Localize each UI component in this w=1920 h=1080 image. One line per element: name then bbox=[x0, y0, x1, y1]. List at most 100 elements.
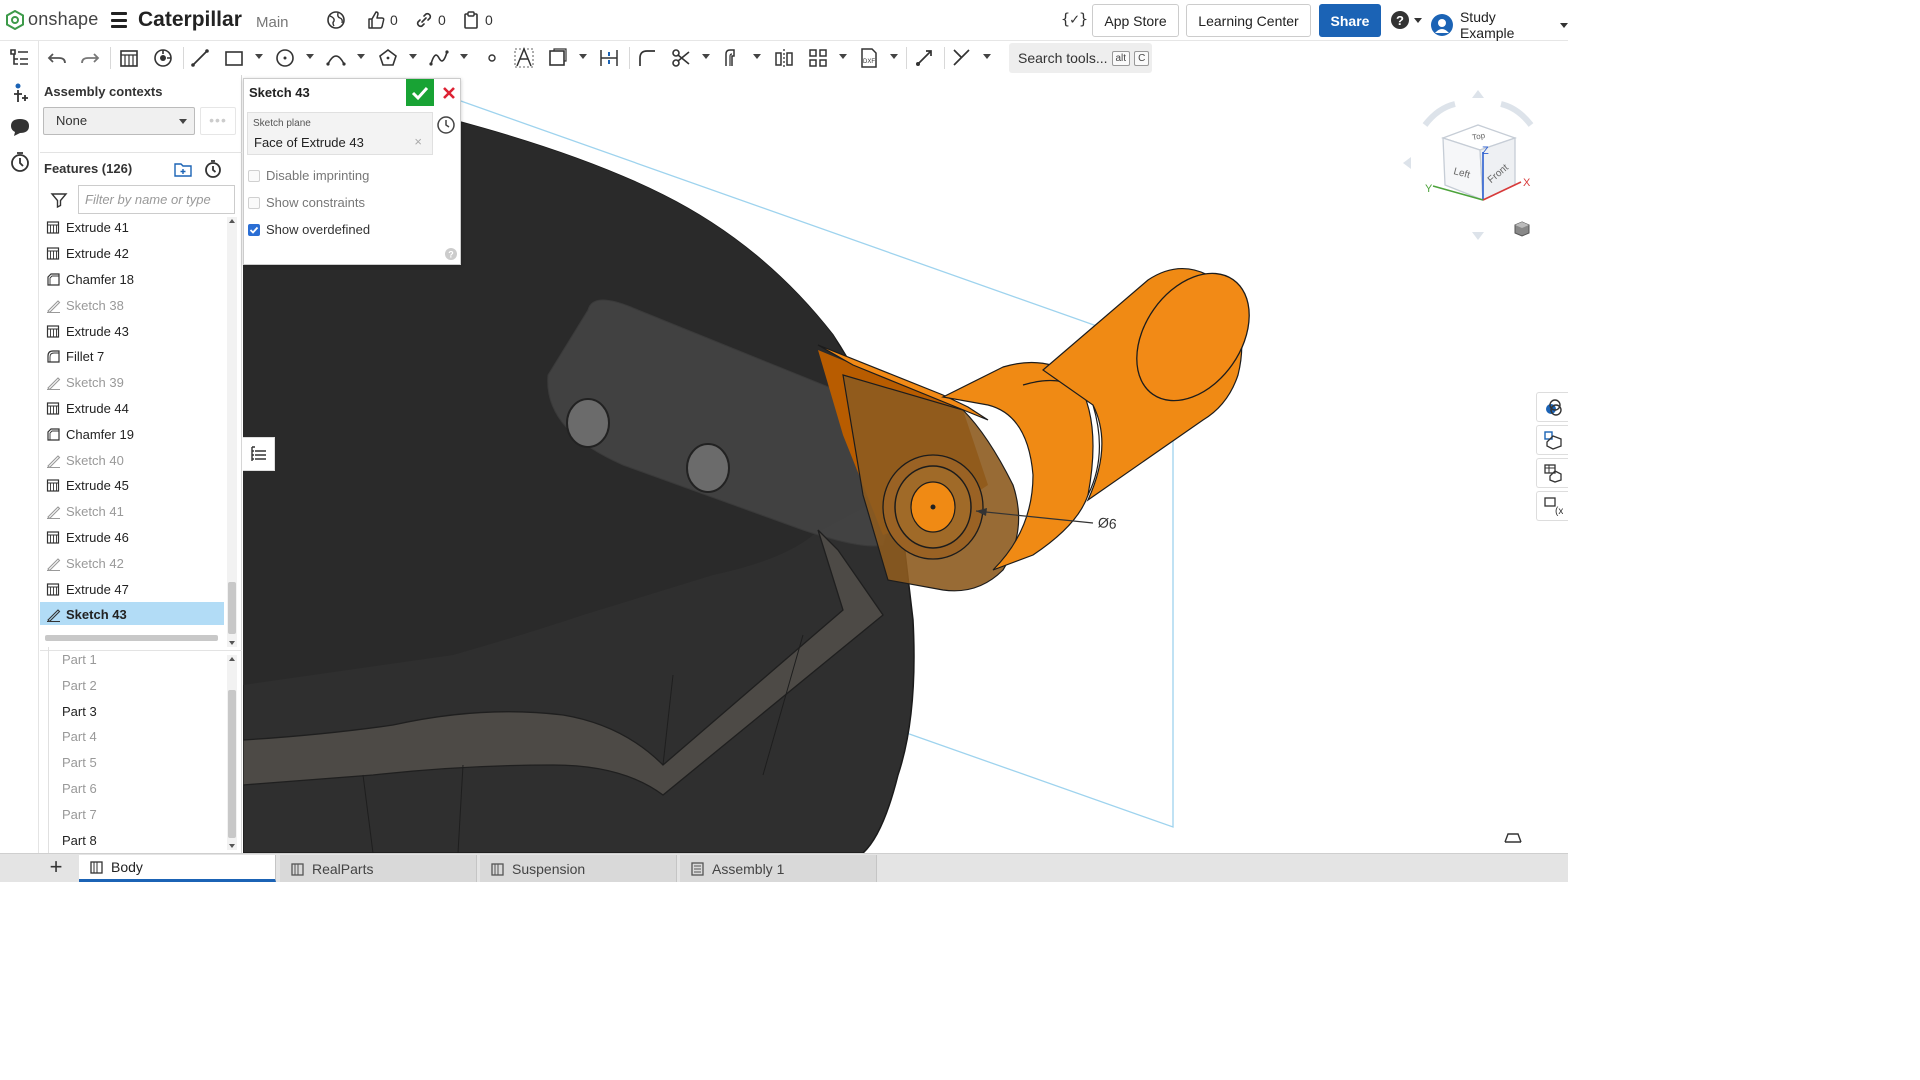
arc-tool[interactable] bbox=[324, 46, 348, 70]
rollback-timer-icon[interactable] bbox=[203, 159, 223, 179]
rectangle-tool[interactable] bbox=[222, 46, 246, 70]
disable-imprinting-option[interactable]: Disable imprinting bbox=[248, 168, 369, 183]
show-overdefined-option[interactable]: Show overdefined bbox=[248, 222, 370, 237]
feature-item[interactable]: Sketch 39 bbox=[40, 370, 224, 396]
polygon-dropdown-icon[interactable] bbox=[409, 54, 417, 59]
feature-item[interactable]: Extrude 44 bbox=[40, 396, 224, 422]
tab-assembly-1[interactable]: Assembly 1 bbox=[680, 855, 877, 882]
spline-tool[interactable] bbox=[427, 46, 451, 70]
onshape-logo[interactable]: onshape bbox=[6, 9, 98, 30]
scroll-up-icon[interactable] bbox=[229, 219, 235, 223]
feature-item[interactable]: Sketch 43 bbox=[40, 601, 224, 625]
sketch-plane-field[interactable]: Sketch plane Face of Extrude 43 × bbox=[247, 112, 433, 155]
feature-item[interactable]: Extrude 46 bbox=[40, 525, 224, 551]
fillet-tool[interactable] bbox=[635, 46, 659, 70]
share-button[interactable]: Share bbox=[1319, 4, 1381, 37]
disable-imprinting-checkbox[interactable] bbox=[248, 169, 260, 182]
comments-icon[interactable] bbox=[8, 115, 32, 139]
instances-icon[interactable] bbox=[8, 81, 32, 105]
globe-icon[interactable] bbox=[326, 10, 346, 30]
panel-toggle-button[interactable] bbox=[243, 437, 275, 471]
feature-item[interactable]: Extrude 41 bbox=[40, 215, 224, 241]
part-item[interactable]: Part 6 bbox=[49, 776, 224, 802]
part-item[interactable]: Part 4 bbox=[49, 724, 224, 750]
constraints-dropdown-icon[interactable] bbox=[983, 54, 991, 59]
cancel-button[interactable] bbox=[436, 79, 462, 106]
redo-button[interactable] bbox=[78, 46, 102, 70]
document-title[interactable]: Caterpillar bbox=[138, 8, 242, 32]
show-overdefined-checkbox[interactable] bbox=[248, 223, 260, 236]
undo-button[interactable] bbox=[45, 46, 69, 70]
point-tool[interactable] bbox=[480, 46, 504, 70]
feature-item[interactable]: Fillet 7 bbox=[40, 344, 224, 370]
feature-item[interactable]: Extrude 45 bbox=[40, 473, 224, 499]
sketch-options-tool[interactable] bbox=[912, 46, 936, 70]
search-tools-input[interactable]: Search tools... alt C bbox=[1009, 43, 1152, 73]
user-menu[interactable]: Study Example bbox=[1430, 9, 1568, 41]
feature-item[interactable]: Extrude 47 bbox=[40, 576, 224, 602]
more-options-icon[interactable]: ••• bbox=[200, 107, 236, 135]
variables-panel-button[interactable]: (x) bbox=[1536, 491, 1568, 521]
circle-dropdown-icon[interactable] bbox=[306, 54, 314, 59]
add-tab-icon[interactable]: + bbox=[45, 856, 67, 879]
tab-body[interactable]: Body bbox=[79, 855, 276, 882]
tab-realparts[interactable]: RealParts bbox=[280, 855, 477, 882]
rectangle-dropdown-icon[interactable] bbox=[255, 54, 263, 59]
parts-list-scrollbar[interactable] bbox=[227, 655, 237, 850]
bom-panel-button[interactable] bbox=[1536, 458, 1568, 488]
trim-dropdown-icon[interactable] bbox=[702, 54, 710, 59]
show-constraints-checkbox[interactable] bbox=[248, 196, 260, 209]
mirror-tool[interactable] bbox=[772, 46, 796, 70]
learning-center-button[interactable]: Learning Center bbox=[1186, 4, 1311, 37]
construction-dropdown-icon[interactable] bbox=[579, 54, 587, 59]
circle-tool[interactable] bbox=[273, 46, 297, 70]
dialog-help-icon[interactable]: ? bbox=[444, 247, 458, 261]
scrollbar-thumb[interactable] bbox=[228, 690, 236, 838]
part-item[interactable]: Part 1 bbox=[49, 647, 224, 673]
show-constraints-option[interactable]: Show constraints bbox=[248, 195, 365, 210]
part-item[interactable]: Part 7 bbox=[49, 802, 224, 828]
use-button[interactable] bbox=[117, 46, 141, 70]
construction-tool[interactable] bbox=[546, 46, 570, 70]
part-item[interactable]: Part 5 bbox=[49, 750, 224, 776]
feature-list-icon[interactable] bbox=[8, 46, 32, 70]
feature-item[interactable]: Sketch 42 bbox=[40, 550, 224, 576]
view-options-menu[interactable] bbox=[1513, 220, 1534, 238]
dxf-dropdown-icon[interactable] bbox=[890, 54, 898, 59]
help-button[interactable]: ? bbox=[1390, 10, 1422, 30]
copies-button[interactable]: 0 bbox=[461, 10, 493, 30]
main-menu-icon[interactable] bbox=[111, 12, 127, 28]
scroll-down-icon[interactable] bbox=[229, 641, 235, 645]
feature-list-scrollbar[interactable] bbox=[227, 217, 237, 647]
tab-suspension[interactable]: Suspension bbox=[480, 855, 677, 882]
arc-dropdown-icon[interactable] bbox=[357, 54, 365, 59]
dxf-import-tool[interactable]: DXF bbox=[857, 46, 881, 70]
measure-icon[interactable] bbox=[1503, 830, 1523, 846]
text-tool[interactable] bbox=[512, 46, 536, 70]
spline-dropdown-icon[interactable] bbox=[460, 54, 468, 59]
constraints-tool[interactable] bbox=[950, 46, 974, 70]
configurations-panel-button[interactable] bbox=[1536, 425, 1568, 455]
feature-item[interactable]: Chamfer 18 bbox=[40, 267, 224, 293]
feature-item[interactable]: Extrude 42 bbox=[40, 241, 224, 267]
links-button[interactable]: 0 bbox=[414, 10, 446, 30]
scrollbar-thumb[interactable] bbox=[228, 582, 236, 634]
like-button[interactable]: 0 bbox=[366, 10, 398, 30]
convert-button[interactable] bbox=[151, 46, 175, 70]
dimension-tool[interactable] bbox=[597, 46, 621, 70]
history-clock-icon[interactable] bbox=[436, 115, 456, 135]
assembly-context-select[interactable]: None bbox=[43, 107, 195, 135]
add-folder-icon[interactable] bbox=[173, 159, 193, 179]
polygon-tool[interactable] bbox=[376, 46, 400, 70]
trim-tool[interactable] bbox=[669, 46, 693, 70]
part-item[interactable]: Part 2 bbox=[49, 673, 224, 699]
clear-plane-icon[interactable]: × bbox=[414, 134, 422, 149]
feature-filter-input[interactable]: Filter by name or type bbox=[78, 185, 235, 214]
filter-icon[interactable] bbox=[50, 191, 68, 209]
feature-item[interactable]: Sketch 38 bbox=[40, 292, 224, 318]
part-item[interactable]: Part 3 bbox=[49, 699, 224, 725]
feature-item[interactable]: Chamfer 19 bbox=[40, 421, 224, 447]
appearance-panel-button[interactable] bbox=[1536, 392, 1568, 422]
history-icon[interactable] bbox=[8, 150, 32, 174]
feature-item[interactable]: Extrude 43 bbox=[40, 318, 224, 344]
